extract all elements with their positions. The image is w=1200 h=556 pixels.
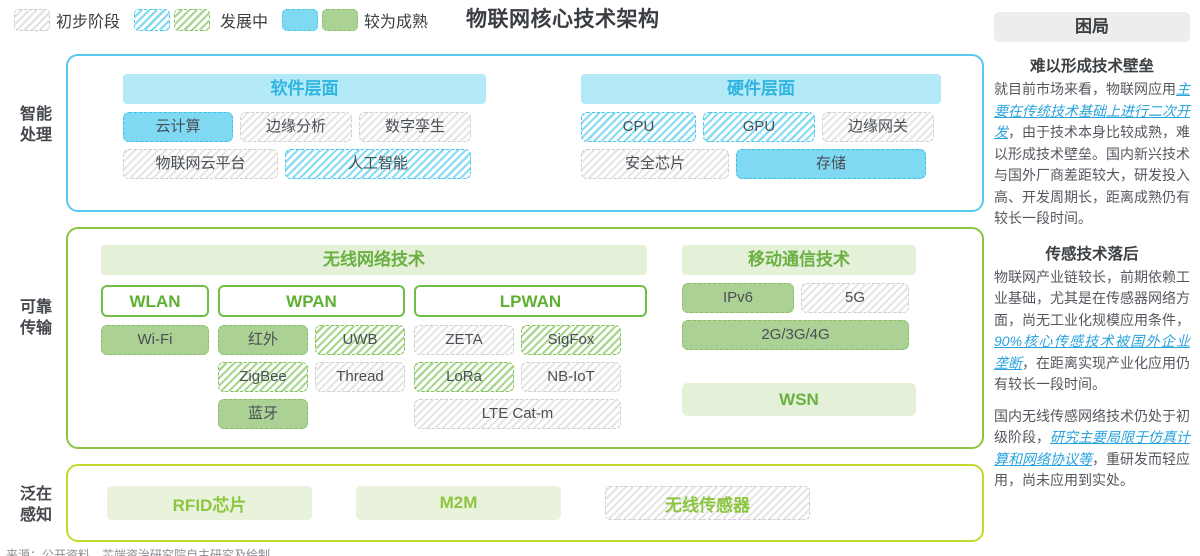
cell-gpu[interactable]: GPU [703,112,815,142]
cell-sigfox[interactable]: SigFox [521,325,621,355]
text-run: ，在距离实现产业化应用仍有较长一段时间。 [994,354,1190,393]
sidebar-section-body: 物联网产业链较长，前期依赖工业基础，尤其是在传感器网络方面，尚无工业化规模应用条… [994,267,1190,396]
cell-lte-cat-m[interactable]: LTE Cat-m [414,399,621,429]
cell-group-wpan: 红外 UWB ZigBee Thread 蓝牙 [218,325,405,429]
legend-swatch-green-hatch [174,9,211,31]
panel-header-wsn: WSN [682,383,916,416]
cell-cpu[interactable]: CPU [581,112,696,142]
legend-swatch-cyan-solid [282,9,319,31]
cell-ipv6[interactable]: IPv6 [682,283,794,313]
sidebar-section-body: 就目前市场来看，物联网应用主要在传统技术基础上进行二次开发，由于技术本身比较成熟… [994,79,1190,230]
legend-label-initial: 初步阶段 [56,14,121,31]
text-run: ，由于技术本身比较成熟，难以形成技术壁垒。国内新兴技术与国外厂商差距较大，研发投… [994,124,1190,226]
legend-swatch-cyan-hatch [134,9,171,31]
sidebar-section-sensor-lag: 传感技术落后 物联网产业链较长，前期依赖工业基础，尤其是在传感器网络方面，尚无工… [994,242,1190,492]
cell-group-software: 云计算 边缘分析 数字孪生 物联网云平台 人工智能 [123,112,486,179]
row-label-line2: 处理 [19,127,52,144]
legend: 初步阶段 发展中 较为成熟 [14,4,442,36]
source-footnote: 来源：公开资料、芯端资治研究院自主研究及绘制 [6,548,271,556]
cell-2g-3g-4g[interactable]: 2G/3G/4G [682,320,909,350]
sidebar-section-title: 传感技术落后 [1045,245,1139,263]
panel-header-mobile-communication: 移动通信技术 [682,245,916,275]
row-label-intelligent-processing: 智能 处理 [6,104,66,146]
cell-infrared[interactable]: 红外 [218,325,308,355]
cell-group-lpwan: ZETA SigFox LoRa NB-IoT LTE Cat-m [414,325,647,429]
section-ubiquitous-sensing: RFID芯片 M2M 无线传感器 [66,464,984,542]
cell-wireless-sensor[interactable]: 无线传感器 [605,486,810,520]
page-title: 物联网核心技术架构 [466,8,660,31]
section-intelligent-processing: 软件层面 云计算 边缘分析 数字孪生 物联网云平台 人工智能 硬件层面 CPU … [66,54,984,212]
cell-nb-iot[interactable]: NB-IoT [521,362,621,392]
group-header-lpwan: LPWAN [414,285,647,317]
cell-group-sensing: RFID芯片 M2M 无线传感器 [68,466,982,520]
cell-wifi[interactable]: Wi-Fi [101,325,209,355]
sidebar-header: 困局 [994,12,1190,42]
sidebar-dilemma: 困局 难以形成技术壁垒 就目前市场来看，物联网应用主要在传统技术基础上进行二次开… [994,12,1190,492]
row-label-line1: 泛在 [19,486,52,503]
cell-iot-cloud-platform[interactable]: 物联网云平台 [123,149,278,179]
cell-edge-gateway[interactable]: 边缘网关 [822,112,934,142]
cell-thread[interactable]: Thread [315,362,405,392]
wireless-groups: WLAN Wi-Fi WPAN 红外 UWB ZigBee Thread 蓝牙 [101,285,647,429]
panel-header-software: 软件层面 [123,74,486,104]
panel-software-layer: 软件层面 云计算 边缘分析 数字孪生 物联网云平台 人工智能 [123,74,486,179]
sidebar-section-tech-barrier: 难以形成技术壁垒 就目前市场来看，物联网应用主要在传统技术基础上进行二次开发，由… [994,54,1190,230]
cell-zigbee[interactable]: ZigBee [218,362,308,392]
group-header-wpan: WPAN [218,285,405,317]
legend-swatch-green-solid [322,9,359,31]
cell-group-wlan: Wi-Fi [101,325,209,355]
infographic-page: 初步阶段 发展中 较为成熟 物联网核心技术架构 智能 处理 可靠 传输 泛在 感… [0,0,1200,556]
legend-label-developing: 发展中 [220,14,269,31]
cell-group-mobile: IPv6 5G 2G/3G/4G [682,283,916,350]
group-wlan: WLAN Wi-Fi [101,285,209,429]
cell-lora[interactable]: LoRa [414,362,514,392]
cell-rfid-chip[interactable]: RFID芯片 [107,486,312,520]
panel-header-hardware: 硬件层面 [581,74,941,104]
cell-m2m[interactable]: M2M [356,486,561,520]
row-label-line2: 传输 [19,320,52,337]
row-label-ubiquitous-sensing: 泛在 感知 [6,484,66,526]
text-run: 物联网产业链较长，前期依赖工业基础，尤其是在传感器网络方面，尚无工业化规模应用条… [994,268,1190,328]
cell-storage[interactable]: 存储 [736,149,926,179]
group-lpwan: LPWAN ZETA SigFox LoRa NB-IoT LTE Cat-m [414,285,647,429]
cell-bluetooth[interactable]: 蓝牙 [218,399,308,429]
panel-header-wireless-network: 无线网络技术 [101,245,647,275]
legend-label-mature: 较为成熟 [364,14,429,31]
panel-mobile-communication: 移动通信技术 IPv6 5G 2G/3G/4G WSN [682,245,916,416]
cell-zeta[interactable]: ZETA [414,325,514,355]
legend-swatch-gray-hatch [14,9,50,31]
cell-edge-analytics[interactable]: 边缘分析 [240,112,352,142]
panel-hardware-layer: 硬件层面 CPU GPU 边缘网关 安全芯片 存储 [581,74,941,179]
group-header-wlan: WLAN [101,285,209,317]
sidebar-section-title: 难以形成技术壁垒 [1029,58,1154,75]
cell-security-chip[interactable]: 安全芯片 [581,149,729,179]
row-label-line2: 感知 [19,507,52,524]
row-label-reliable-transmission: 可靠 传输 [6,297,66,339]
cell-digital-twin[interactable]: 数字孪生 [359,112,471,142]
cell-uwb[interactable]: UWB [315,325,405,355]
row-label-line1: 可靠 [19,299,52,316]
cell-cloud-computing[interactable]: 云计算 [123,112,233,142]
group-wpan: WPAN 红外 UWB ZigBee Thread 蓝牙 [218,285,405,429]
row-label-line1: 智能 [19,106,52,123]
cell-artificial-intelligence[interactable]: 人工智能 [285,149,471,179]
cell-group-hardware: CPU GPU 边缘网关 安全芯片 存储 [581,112,941,179]
section-reliable-transmission: 无线网络技术 WLAN Wi-Fi WPAN 红外 UWB ZigBee Thr… [66,227,984,449]
sidebar-section-body-2: 国内无线传感网络技术仍处于初级阶段，研究主要局限于仿真计算和网络协议等，重研发而… [994,406,1190,492]
cell-5g[interactable]: 5G [801,283,909,313]
panel-wireless-network: 无线网络技术 WLAN Wi-Fi WPAN 红外 UWB ZigBee Thr… [101,245,647,429]
text-run: 就目前市场来看，物联网应用 [994,81,1176,97]
